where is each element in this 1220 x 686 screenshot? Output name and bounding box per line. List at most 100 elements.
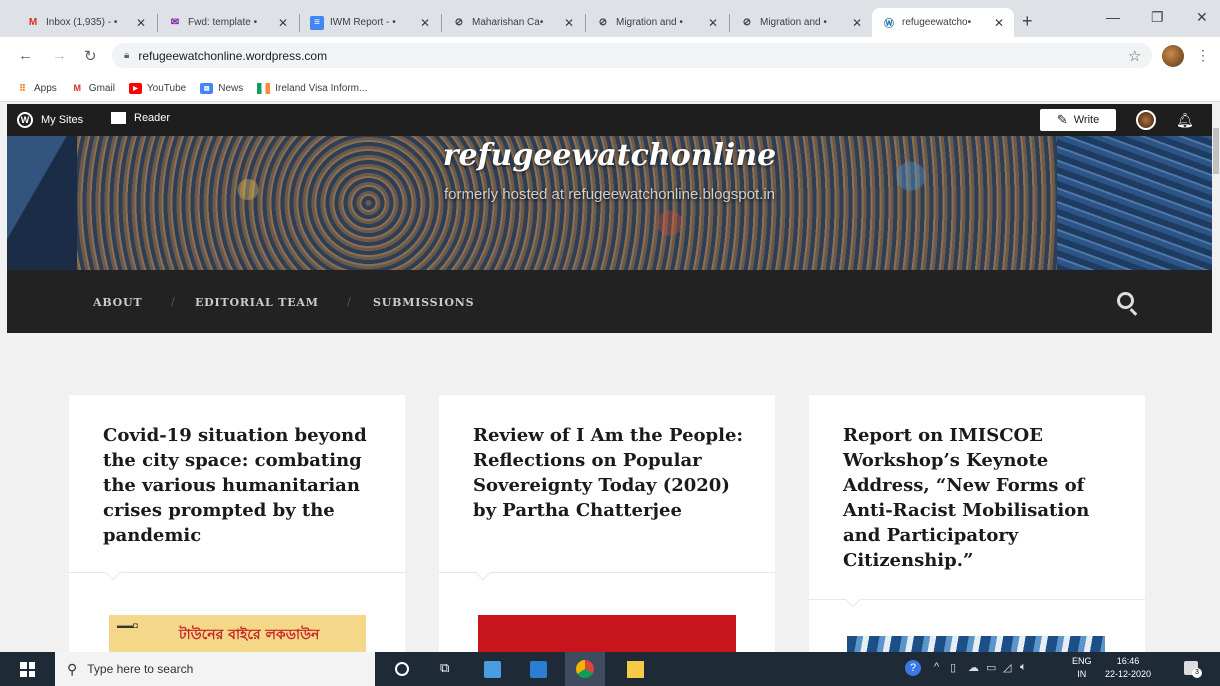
tab-refugeewatch[interactable]: Ⓦ refugeewatcho• ✕	[872, 8, 1014, 37]
tab-inbox[interactable]: M Inbox (1,935) - • ✕	[16, 8, 156, 37]
search-icon: ⚲	[67, 660, 78, 677]
ireland-flag-icon	[257, 82, 271, 94]
tab-migration-2[interactable]: ⊘ Migration and • ✕	[730, 8, 872, 37]
site-header-banner: refugeewatchonline formerly hosted at re…	[7, 136, 1212, 270]
clock-time: 16:46	[1116, 656, 1140, 666]
bookmark-label: News	[218, 82, 244, 94]
file-explorer-icon[interactable]	[484, 661, 501, 678]
clock[interactable]: 16:46 22-12-2020	[1105, 655, 1151, 681]
language-indicator[interactable]: ENG IN	[1072, 655, 1092, 681]
close-tab-icon[interactable]: ✕	[564, 16, 574, 30]
sticky-notes-icon[interactable]	[627, 661, 644, 678]
chrome-taskbar-button[interactable]	[565, 652, 605, 686]
close-tab-icon[interactable]: ✕	[420, 16, 430, 30]
post-title[interactable]: Review of I Am the People: Reflections o…	[473, 423, 753, 523]
post-thumbnail[interactable]	[478, 615, 736, 655]
tab-maharishan[interactable]: ⊘ Maharishan Ca• ✕	[442, 8, 584, 37]
device-icon[interactable]: ▯	[950, 661, 956, 674]
reader-link[interactable]: Reader	[111, 112, 170, 124]
docs-icon: ≡	[310, 15, 324, 30]
close-tab-icon[interactable]: ✕	[852, 16, 862, 30]
help-icon[interactable]: ?	[905, 660, 921, 676]
bookmark-label: Apps	[34, 82, 57, 94]
tab-iwm-report[interactable]: ≡ IWM Report - • ✕	[300, 8, 440, 37]
back-icon[interactable]: ←	[18, 47, 33, 64]
my-sites-link[interactable]: W My Sites	[17, 112, 83, 128]
restore-icon[interactable]: ❐	[1151, 9, 1164, 26]
gmail-icon: M	[73, 83, 82, 93]
bookmarks-bar: ⠿ Apps M Gmail ▶ YouTube ▤ News Ireland …	[0, 75, 1220, 102]
windows-start-icon[interactable]	[20, 662, 35, 677]
apps-grid-icon: ⠿	[19, 82, 26, 93]
close-tab-icon[interactable]: ✕	[708, 16, 718, 30]
network-icon[interactable]: ◿	[1003, 661, 1011, 674]
browser-toolbar: ← → ↻ 🔒︎ refugeewatchonline.wordpress.co…	[0, 37, 1220, 75]
wordpress-admin-bar: W My Sites Reader ✎ Write 🔔︎	[7, 104, 1212, 136]
site-navigation: ABOUT / EDITORIAL TEAM / SUBMISSIONS	[7, 270, 1212, 333]
task-view-icon[interactable]: ⧉	[440, 660, 457, 677]
taskbar-search-box[interactable]: ⚲ Type here to search	[55, 652, 375, 686]
address-bar[interactable]: 🔒︎ refugeewatchonline.wordpress.com	[112, 43, 1152, 68]
search-icon[interactable]	[1117, 292, 1134, 309]
post-card[interactable]: Report on IMISCOE Workshop’s Keynote Add…	[809, 395, 1145, 655]
close-tab-icon[interactable]: ✕	[994, 16, 1004, 30]
user-avatar[interactable]	[1136, 110, 1156, 130]
post-title[interactable]: Covid-19 situation beyond the city space…	[103, 423, 383, 548]
post-card[interactable]: Covid-19 situation beyond the city space…	[69, 395, 405, 655]
globe-icon: ⊘	[598, 17, 608, 28]
word-icon[interactable]	[530, 661, 547, 678]
reader-label: Reader	[134, 112, 171, 124]
nav-item-submissions[interactable]: SUBMISSIONS	[373, 296, 474, 309]
bookmark-star-icon[interactable]: ☆	[1128, 47, 1141, 65]
post-card[interactable]: Review of I Am the People: Reflections o…	[439, 395, 775, 655]
wordpress-icon: Ⓦ	[884, 19, 894, 30]
bookmark-gmail[interactable]: M Gmail	[71, 83, 115, 94]
onedrive-icon[interactable]: ☁	[968, 661, 979, 674]
minimize-icon[interactable]: —	[1106, 9, 1120, 25]
close-tab-icon[interactable]: ✕	[136, 16, 146, 30]
battery-icon[interactable]: ▭	[986, 661, 996, 674]
chrome-menu-icon[interactable]: ⋮	[1196, 47, 1210, 64]
wordpress-icon: W	[17, 112, 33, 128]
tab-title: IWM Report - •	[330, 17, 396, 28]
my-sites-label: My Sites	[41, 114, 84, 126]
tab-title: refugeewatcho•	[902, 17, 972, 28]
page-scrollbar[interactable]	[1212, 104, 1220, 652]
tab-fwd-template[interactable]: ✉ Fwd: template • ✕	[158, 8, 298, 37]
cortana-icon[interactable]	[395, 662, 409, 676]
post-thumbnail[interactable]: ▬▬◘ টাউনের বাইরে লকডাউন	[109, 615, 366, 655]
bookmark-news[interactable]: ▤ News	[200, 82, 244, 94]
clock-date: 22-12-2020	[1105, 669, 1152, 679]
forward-icon[interactable]: →	[52, 47, 67, 64]
reload-icon[interactable]: ↻	[84, 47, 97, 65]
nav-item-editorial-team[interactable]: EDITORIAL TEAM	[195, 296, 319, 309]
language-region: IN	[1077, 669, 1087, 679]
youtube-icon: ▶	[128, 82, 142, 94]
tab-title: Inbox (1,935) - •	[46, 17, 118, 28]
close-tab-icon[interactable]: ✕	[278, 16, 288, 30]
language-label: ENG	[1072, 656, 1092, 666]
bookmark-youtube[interactable]: ▶ YouTube	[128, 82, 187, 94]
site-title[interactable]: refugeewatchonline	[7, 138, 1212, 173]
volume-icon[interactable]: 🔈︎	[1020, 661, 1027, 674]
browser-tab-strip: M Inbox (1,935) - • ✕ ✉ Fwd: template • …	[0, 0, 1220, 37]
new-tab-button[interactable]: +	[1022, 11, 1033, 32]
action-center-icon[interactable]: 3	[1184, 661, 1202, 678]
thumbnail-caption: টাউনের বাইরে লকডাউন	[179, 627, 320, 643]
show-hidden-icons-icon[interactable]: ^	[934, 661, 939, 673]
tab-migration-1[interactable]: ⊘ Migration and • ✕	[586, 8, 728, 37]
reader-icon	[111, 112, 126, 124]
bookmark-apps[interactable]: ⠿ Apps	[16, 83, 57, 94]
bookmark-label: YouTube	[146, 82, 187, 94]
notifications-bell-icon[interactable]: 🔔︎	[1176, 112, 1194, 129]
bookmark-ireland-visa[interactable]: Ireland Visa Inform...	[257, 82, 367, 94]
write-button[interactable]: ✎ Write	[1040, 109, 1116, 131]
lock-icon: 🔒︎	[124, 50, 130, 61]
nav-item-about[interactable]: ABOUT	[93, 296, 142, 309]
bookmark-label: Gmail	[88, 82, 115, 94]
url-text: refugeewatchonline.wordpress.com	[138, 48, 328, 63]
globe-icon: ⊘	[454, 17, 464, 28]
profile-avatar[interactable]	[1162, 45, 1184, 67]
close-window-icon[interactable]: ✕	[1196, 9, 1208, 26]
post-title[interactable]: Report on IMISCOE Workshop’s Keynote Add…	[843, 423, 1123, 573]
